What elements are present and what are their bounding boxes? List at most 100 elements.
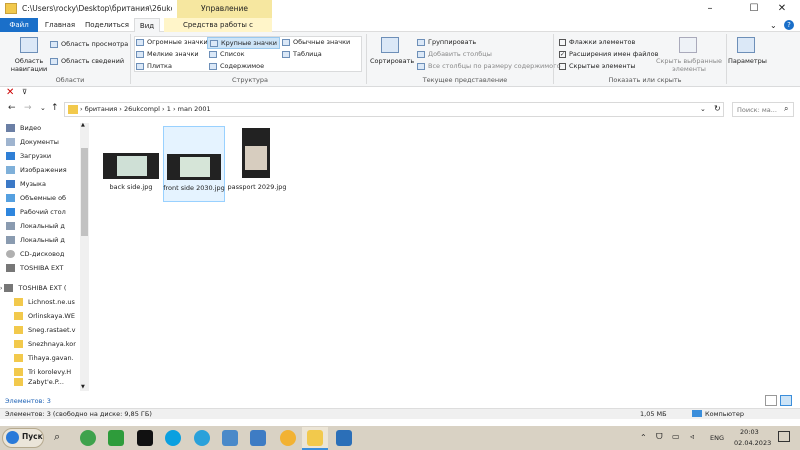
breadcrumb-item[interactable]: британия bbox=[85, 105, 118, 113]
chevron-down-icon[interactable]: ⌄ bbox=[770, 21, 777, 30]
crumb-separator-icon: › bbox=[172, 105, 176, 113]
passport-image bbox=[245, 146, 267, 170]
nav-item-local-disk-d[interactable]: Локальный д bbox=[6, 233, 80, 247]
pictures-icon bbox=[6, 166, 15, 174]
nav-item-3d-objects[interactable]: Объемные об bbox=[6, 191, 80, 205]
notifications-icon[interactable] bbox=[778, 431, 790, 442]
nav-scrollbar-thumb[interactable] bbox=[81, 148, 88, 236]
torrent-icon[interactable] bbox=[108, 430, 124, 446]
nav-item-music[interactable]: Музыка bbox=[6, 177, 80, 191]
minimize-button[interactable]: – bbox=[692, 0, 728, 18]
nav-item-label: CD-дисковод bbox=[20, 250, 65, 258]
nav-item-cd-drive[interactable]: CD-дисковод bbox=[6, 247, 80, 261]
layout-details[interactable]: Таблица bbox=[282, 50, 322, 58]
large-icons-view-icon[interactable] bbox=[780, 395, 792, 406]
details-pane-button[interactable]: Область сведений bbox=[50, 57, 124, 65]
help-icon[interactable]: ? bbox=[784, 20, 794, 30]
checkbox-unchecked[interactable] bbox=[559, 38, 566, 46]
nav-item-downloads[interactable]: Загрузки bbox=[6, 149, 80, 163]
usb-drive-icon bbox=[4, 284, 14, 292]
preview-pane-button[interactable]: Область просмотра bbox=[50, 40, 128, 48]
app-icon[interactable] bbox=[280, 430, 296, 446]
scroll-down-icon[interactable]: ▼ bbox=[81, 384, 85, 390]
nav-item-videos[interactable]: Видео bbox=[6, 121, 80, 135]
file-item[interactable]: passport 2029.jpg bbox=[226, 126, 288, 206]
close-button[interactable]: ✕ bbox=[764, 0, 800, 18]
tab-file[interactable]: Файл bbox=[0, 18, 38, 32]
hide-selected-icon bbox=[679, 37, 697, 53]
file-item-selected[interactable]: front side 2030.jpg bbox=[163, 126, 225, 202]
nav-item-desktop[interactable]: Рабочий стол bbox=[6, 205, 80, 219]
search-icon[interactable]: ⌕ bbox=[54, 430, 60, 444]
clock-date[interactable]: 02.04.2023 bbox=[734, 439, 771, 447]
group-by-button[interactable]: Группировать bbox=[417, 38, 476, 46]
file-extensions-toggle[interactable]: ✓ Расширения имен файлов bbox=[559, 50, 658, 58]
language-indicator[interactable]: ENG bbox=[710, 434, 724, 442]
forward-arrow-icon[interactable]: → bbox=[24, 103, 32, 113]
nav-item-pictures[interactable]: Изображения bbox=[6, 163, 80, 177]
nav-item-label: Zabyt'e.P... bbox=[28, 378, 64, 386]
layout-list[interactable]: Список bbox=[209, 50, 245, 58]
clock-time[interactable]: 20:03 bbox=[740, 428, 759, 436]
usb-drive-icon bbox=[6, 264, 15, 272]
hide-selected-button[interactable]: Скрыть выбранные элементы bbox=[655, 57, 723, 73]
nav-item-local-disk-c[interactable]: Локальный д bbox=[6, 219, 80, 233]
checkbox-unchecked[interactable] bbox=[559, 62, 566, 70]
file-item[interactable]: back side.jpg bbox=[100, 126, 162, 206]
battery-icon[interactable]: ▭ bbox=[672, 432, 680, 441]
layout-content[interactable]: Содержимое bbox=[209, 62, 264, 70]
refresh-icon[interactable]: ↻ bbox=[714, 104, 721, 113]
breadcrumb-item[interactable]: 1 bbox=[167, 105, 171, 113]
network-icon[interactable]: ᗜ bbox=[656, 432, 663, 442]
delete-icon[interactable]: ✕ bbox=[6, 88, 14, 98]
nav-item-toshiba-root[interactable]: › TOSHIBA EXT ( bbox=[0, 281, 74, 295]
checkbox-checked[interactable]: ✓ bbox=[559, 50, 566, 58]
details-view-icon[interactable] bbox=[765, 395, 777, 406]
layout-large[interactable]: Крупные значки bbox=[207, 37, 280, 49]
add-columns-icon bbox=[417, 50, 425, 58]
nav-item-folder[interactable]: Tihaya.gavan. bbox=[14, 351, 80, 365]
item-checkboxes-toggle[interactable]: Флажки элементов bbox=[559, 38, 635, 46]
nav-item-folder[interactable]: Sneg.rastaet.v bbox=[14, 323, 80, 337]
layout-tiles[interactable]: Плитка bbox=[136, 62, 172, 70]
options-button[interactable]: Параметры bbox=[728, 57, 767, 65]
nav-item-folder[interactable]: Snezhnaya.kor bbox=[14, 337, 80, 351]
back-arrow-icon[interactable]: ← bbox=[8, 103, 16, 113]
fit-columns-button[interactable]: Все столбцы по размеру содержимого bbox=[417, 62, 561, 70]
address-dropdown-icon[interactable]: ⌄ bbox=[700, 105, 706, 113]
recent-locations-icon[interactable]: ⌄ bbox=[40, 104, 46, 112]
up-arrow-icon[interactable]: ↑ bbox=[51, 103, 59, 113]
app-icon[interactable] bbox=[336, 430, 352, 446]
nav-item-folder[interactable]: Zabyt'e.P... bbox=[14, 377, 80, 387]
navigation-pane-button[interactable]: Область навигации bbox=[8, 57, 50, 73]
tab-home[interactable]: Главная bbox=[40, 18, 80, 32]
chrome-icon[interactable] bbox=[80, 430, 96, 446]
scroll-up-icon[interactable]: ▲ bbox=[81, 122, 85, 128]
add-columns-button[interactable]: Добавить столбцы bbox=[417, 50, 492, 58]
hidden-items-toggle[interactable]: Скрытые элементы bbox=[559, 62, 636, 70]
tab-picture-tools[interactable]: Средства работы с рисунками bbox=[164, 18, 272, 43]
customize-toolbar-icon[interactable]: ⊽ bbox=[22, 88, 27, 96]
speaker-icon[interactable]: ◃ bbox=[690, 432, 694, 441]
layout-small[interactable]: Мелкие значки bbox=[136, 50, 199, 58]
skype-icon[interactable] bbox=[165, 430, 181, 446]
nav-item-folder[interactable]: Orlinskaya.WE bbox=[14, 309, 80, 323]
tab-share[interactable]: Поделиться bbox=[82, 18, 132, 32]
item-checkboxes-label: Флажки элементов bbox=[569, 38, 636, 46]
nav-item-toshiba[interactable]: TOSHIBA EXT bbox=[6, 261, 80, 275]
app-icon[interactable] bbox=[222, 430, 238, 446]
telegram-icon[interactable] bbox=[194, 430, 210, 446]
nav-item-documents[interactable]: Документы bbox=[6, 135, 80, 149]
app-icon[interactable] bbox=[250, 430, 266, 446]
folder-icon bbox=[14, 298, 23, 306]
app-icon[interactable] bbox=[137, 430, 153, 446]
drive-icon bbox=[6, 222, 15, 230]
chevron-up-icon[interactable]: ⌃ bbox=[640, 433, 647, 442]
breadcrumb-item[interactable]: 26ukcompl bbox=[124, 105, 160, 113]
breadcrumb-item[interactable]: man 2001 bbox=[178, 105, 211, 113]
nav-item-folder[interactable]: Lichnost.ne.us bbox=[14, 295, 80, 309]
tab-view[interactable]: Вид bbox=[134, 18, 160, 32]
layout-medium[interactable]: Обычные значки bbox=[282, 38, 350, 46]
sort-button[interactable]: Сортировать bbox=[370, 57, 414, 65]
layout-extra-large[interactable]: Огромные значки bbox=[136, 38, 208, 46]
